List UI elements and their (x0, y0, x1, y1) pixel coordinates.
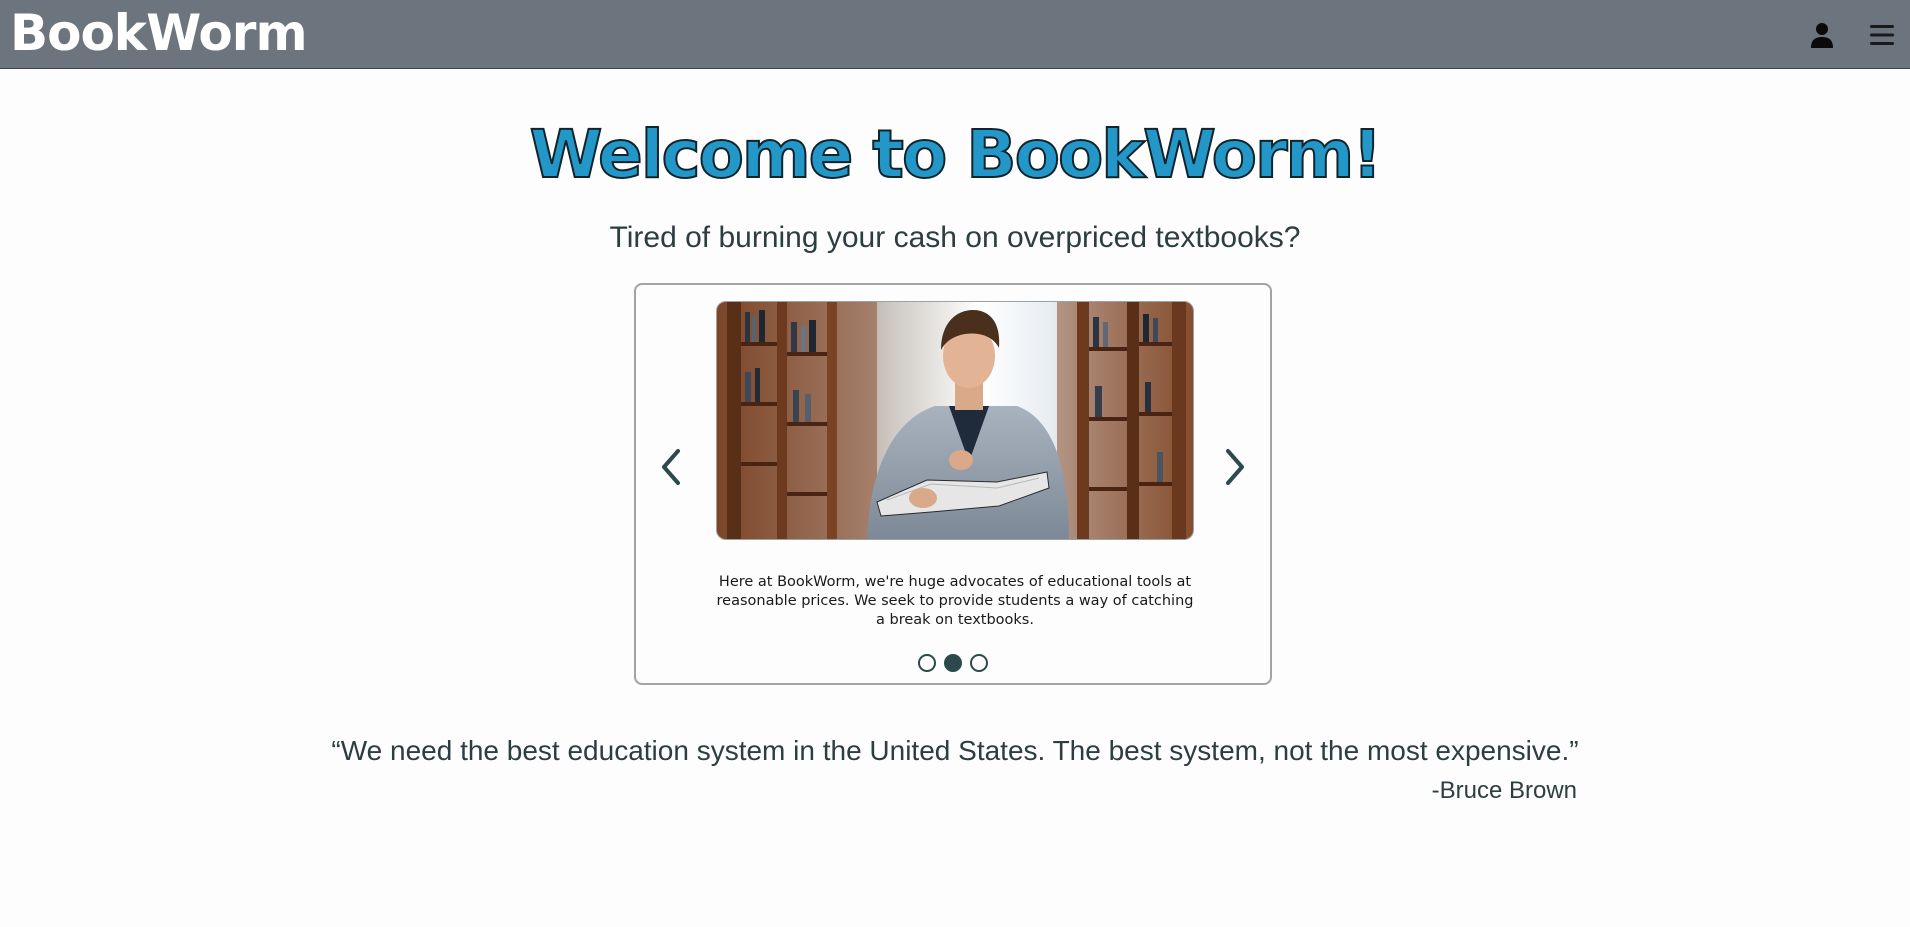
chevron-right-icon[interactable] (1220, 445, 1250, 489)
carousel-indicator-1[interactable] (918, 654, 936, 672)
quote-author: -Bruce Brown (1431, 777, 1577, 804)
carousel-indicators (636, 654, 1270, 672)
chevron-left-icon[interactable] (656, 445, 686, 489)
carousel-caption: Here at BookWorm, we're huge advocates o… (716, 574, 1194, 628)
top-navbar: BookWorm (0, 0, 1910, 69)
quote-text: “We need the best education system in th… (331, 735, 1579, 766)
carousel-indicator-2[interactable] (944, 654, 962, 672)
carousel-indicator-3[interactable] (970, 654, 988, 672)
carousel-slide-image (716, 301, 1194, 540)
user-icon[interactable] (1810, 22, 1834, 48)
brand-logo[interactable]: BookWorm (10, 3, 308, 63)
page-title: Welcome to BookWorm! (529, 115, 1384, 194)
page-subtitle: Tired of burning your cash on overpriced… (609, 221, 1301, 254)
hamburger-menu-icon[interactable] (1868, 22, 1896, 48)
carousel: Here at BookWorm, we're huge advocates o… (634, 283, 1272, 685)
